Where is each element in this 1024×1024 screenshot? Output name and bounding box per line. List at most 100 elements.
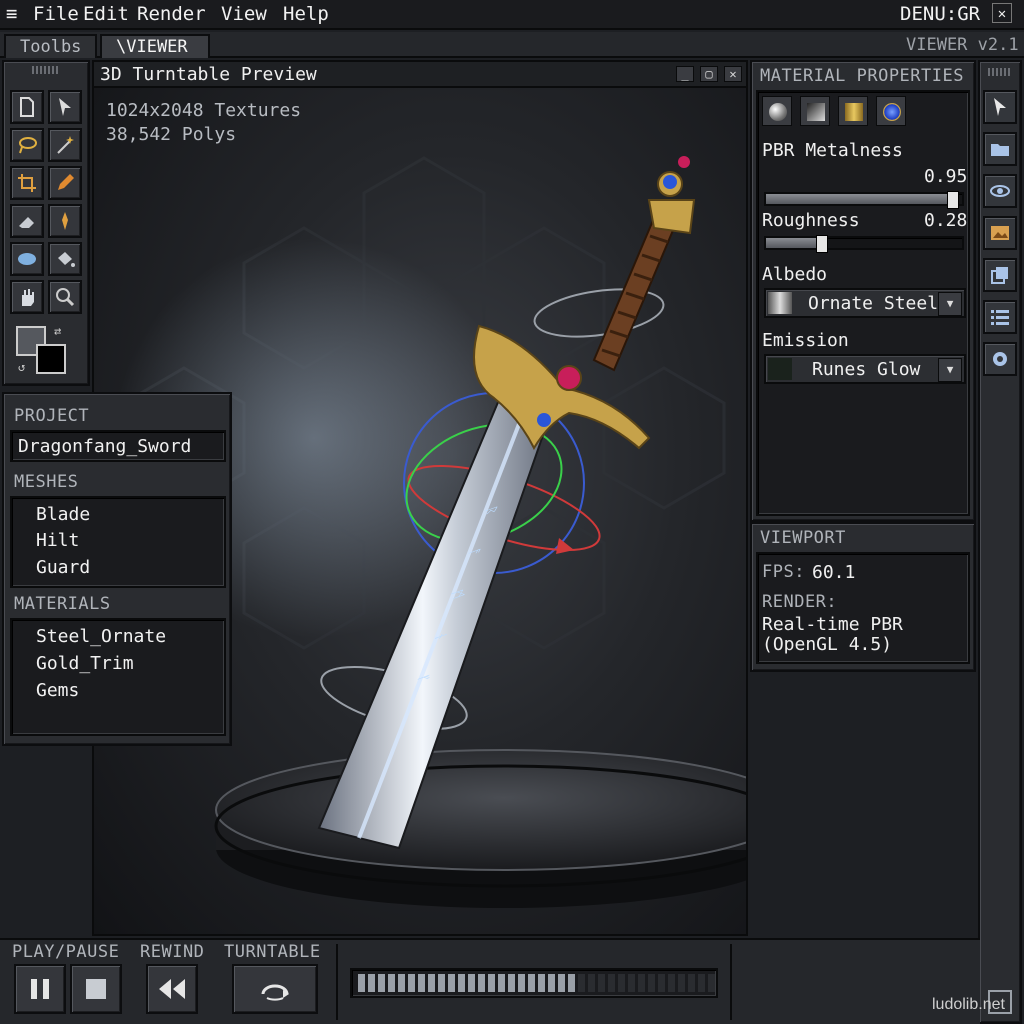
window-close-icon[interactable]: ✕ (724, 66, 742, 82)
progress-segment (618, 974, 625, 992)
progress-segment (358, 974, 365, 992)
list-item[interactable]: Hilt (36, 530, 79, 551)
chevron-down-icon[interactable]: ▼ (938, 358, 962, 382)
menu-help[interactable]: Help (283, 3, 329, 25)
close-icon[interactable]: ✕ (992, 3, 1012, 23)
progress-segment (498, 974, 505, 992)
list-icon[interactable] (983, 300, 1017, 334)
emission-label: Emission (762, 330, 849, 351)
magic-wand-icon[interactable] (48, 128, 82, 162)
progress-segment (628, 974, 635, 992)
progress-segment (638, 974, 645, 992)
reset-colors-icon[interactable]: ↺ (18, 360, 25, 374)
progress-segment (438, 974, 445, 992)
albedo-dropdown[interactable]: Ornate Steel ▼ (764, 288, 966, 318)
progress-segment (538, 974, 545, 992)
project-name-field[interactable]: Dragonfang_Sword (10, 430, 226, 462)
progress-segment (598, 974, 605, 992)
progress-segment (568, 974, 575, 992)
lasso-icon[interactable] (10, 128, 44, 162)
select-arrow-icon[interactable] (48, 90, 82, 124)
rewind-button[interactable] (146, 964, 198, 1014)
minimize-icon[interactable]: _ (676, 66, 694, 82)
menu-edit[interactable]: Edit (83, 3, 129, 25)
playback-progress-bar[interactable] (350, 968, 718, 998)
sphere-icon[interactable] (762, 96, 792, 126)
gradient-icon[interactable] (800, 96, 830, 126)
progress-segment (668, 974, 675, 992)
swap-colors-icon[interactable]: ⇄ (54, 324, 61, 338)
steel-swatch-icon (768, 292, 792, 314)
gold-texture-icon[interactable] (838, 96, 868, 126)
menubar-right-label: DENU:GR (900, 3, 981, 25)
metalness-slider-knob[interactable] (947, 191, 960, 209)
viewport-header: VIEWPORT (760, 528, 846, 548)
progress-segment (608, 974, 615, 992)
hand-icon[interactable] (10, 280, 44, 314)
list-item[interactable]: Steel_Ornate (36, 626, 166, 647)
stop-button[interactable] (70, 964, 122, 1014)
progress-segment (548, 974, 555, 992)
list-item[interactable]: Gems (36, 680, 79, 701)
progress-segment (698, 974, 705, 992)
new-file-icon[interactable] (10, 90, 44, 124)
hamburger-menu-icon[interactable]: ≡ (6, 3, 17, 25)
background-color-swatch[interactable] (36, 344, 66, 374)
maximize-icon[interactable]: ▢ (700, 66, 718, 82)
progress-segment (428, 974, 435, 992)
right-toolbar (978, 60, 1022, 1024)
metalness-slider[interactable] (764, 191, 964, 209)
progress-segment (398, 974, 405, 992)
project-panel: PROJECT Dragonfang_Sword MESHES Blade Hi… (2, 392, 232, 746)
progress-segment (458, 974, 465, 992)
roughness-slider[interactable] (764, 235, 964, 253)
menu-render[interactable]: Render (137, 3, 206, 25)
pencil-icon[interactable] (48, 166, 82, 200)
image-icon[interactable] (983, 216, 1017, 250)
drag-grip-icon[interactable] (32, 66, 60, 74)
turntable-button[interactable] (232, 964, 318, 1014)
list-item[interactable]: Guard (36, 557, 90, 578)
settings-gear-icon[interactable] (983, 342, 1017, 376)
version-label: VIEWER v2.1 (906, 35, 1019, 55)
folder-icon[interactable] (983, 132, 1017, 166)
sword-grip (592, 216, 676, 372)
tab-toolbs[interactable]: Toolbs (4, 34, 98, 58)
pause-button[interactable] (14, 964, 66, 1014)
ellipse-icon[interactable] (10, 242, 44, 276)
project-header: PROJECT (14, 406, 90, 426)
roughness-slider-knob[interactable] (815, 235, 828, 253)
viewport-info: FPS: 60.1 RENDER: Real-time PBR (OpenGL … (756, 552, 970, 664)
eraser-icon[interactable] (10, 204, 44, 238)
menu-bar: ≡ File Edit Render View Help DENU:GR ✕ (0, 0, 1024, 30)
progress-segment (578, 974, 585, 992)
emission-dropdown[interactable]: Runes Glow ▼ (764, 354, 966, 384)
metalness-label: PBR Metalness (762, 140, 903, 161)
progress-segment (488, 974, 495, 992)
paint-bucket-icon[interactable] (48, 242, 82, 276)
progress-segment (648, 974, 655, 992)
divider (730, 944, 732, 1020)
cursor-icon[interactable] (983, 90, 1017, 124)
chevron-down-icon[interactable]: ▼ (938, 292, 962, 316)
drag-grip-icon[interactable] (988, 68, 1012, 76)
list-item[interactable]: Blade (36, 504, 90, 525)
layers-icon[interactable] (983, 258, 1017, 292)
pin-icon[interactable] (48, 204, 82, 238)
albedo-label: Albedo (762, 264, 828, 285)
progress-segment (678, 974, 685, 992)
turntable-pedestal (214, 749, 746, 908)
crop-icon[interactable] (10, 166, 44, 200)
menu-view[interactable]: View (221, 3, 267, 25)
zoom-icon[interactable] (48, 280, 82, 314)
material-properties-body: PBR Metalness 0.95 Roughness 0.28 Albedo… (756, 90, 970, 516)
materials-list: Steel_Ornate Gold_Trim Gems (10, 618, 226, 736)
camera-orbit-icon[interactable] (983, 174, 1017, 208)
playback-bar: PLAY/PAUSE REWIND TURNTABLE (0, 938, 980, 1024)
progress-segment (468, 974, 475, 992)
list-item[interactable]: Gold_Trim (36, 653, 134, 674)
menu-file[interactable]: File (33, 3, 79, 25)
progress-segment (658, 974, 665, 992)
gem-icon[interactable] (876, 96, 906, 126)
tab-viewer[interactable]: \VIEWER (100, 34, 210, 58)
